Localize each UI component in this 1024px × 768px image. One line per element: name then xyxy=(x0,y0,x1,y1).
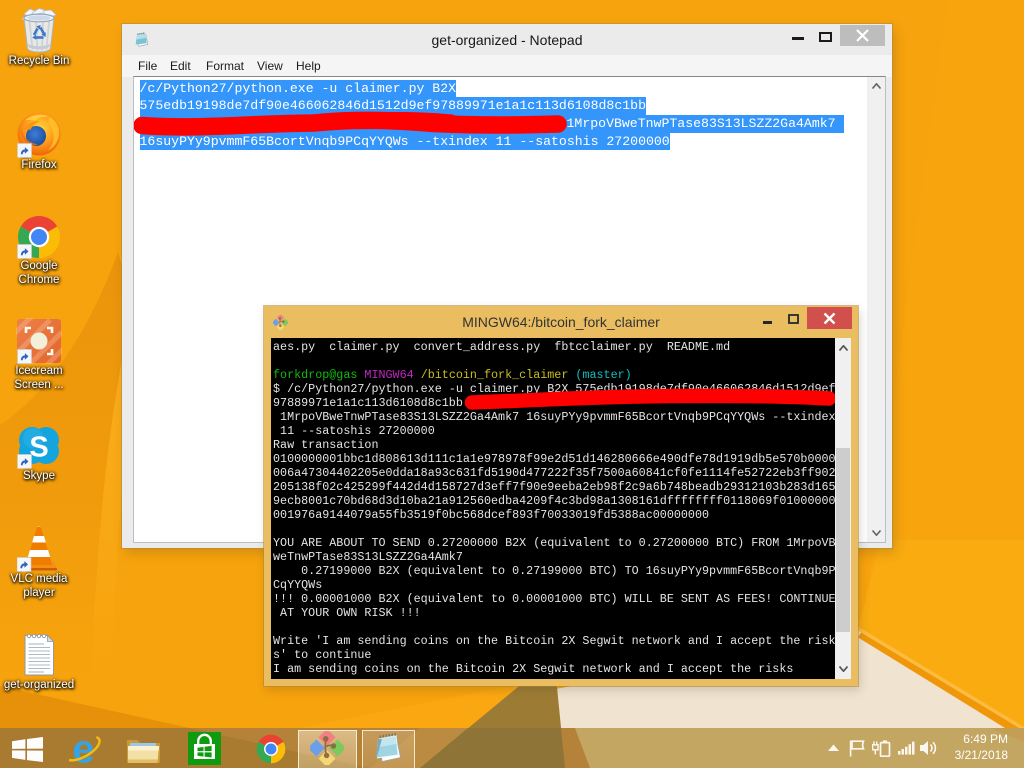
svg-text:S: S xyxy=(29,432,48,464)
svg-text:e: e xyxy=(72,730,94,768)
